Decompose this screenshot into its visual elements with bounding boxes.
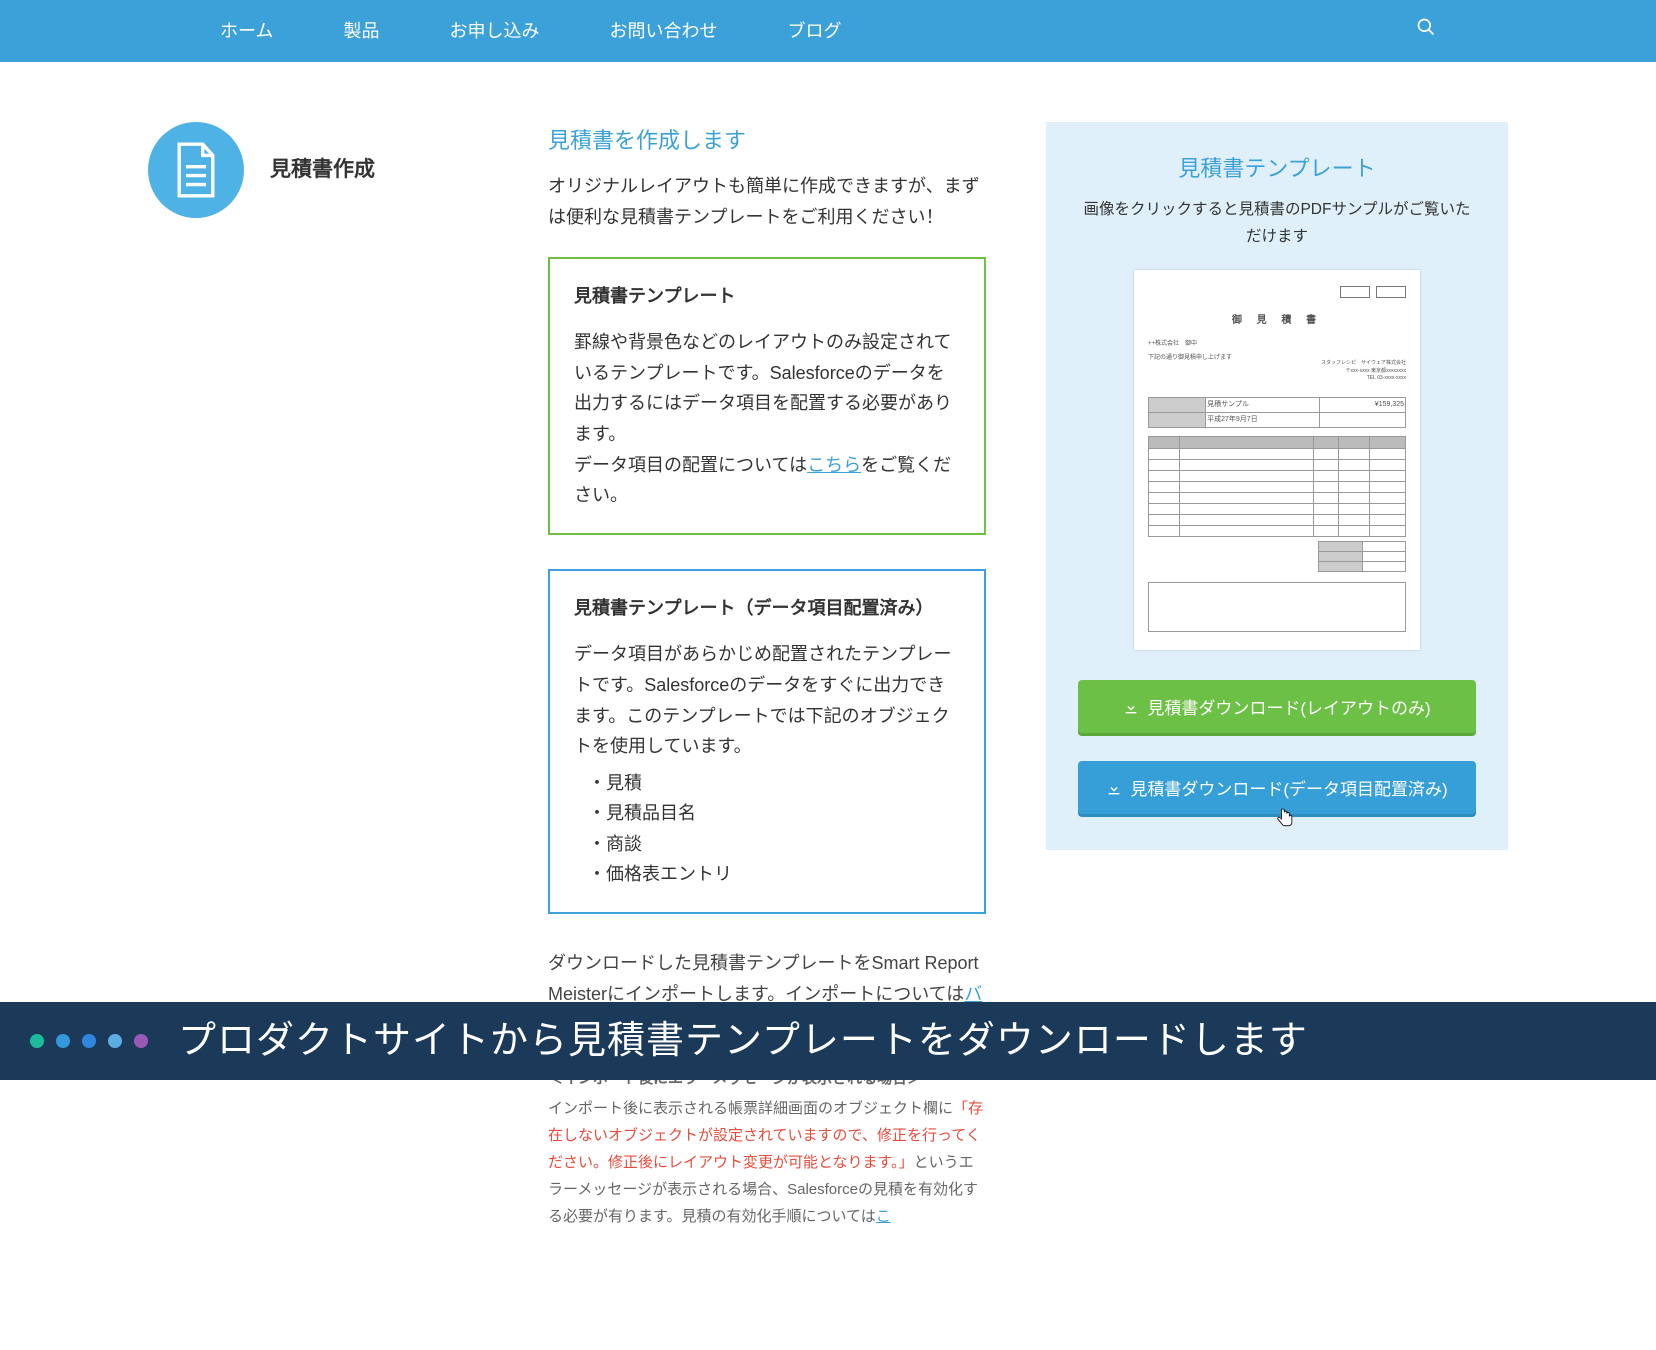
list-item: 価格表エントリ bbox=[588, 859, 960, 890]
dot-icon bbox=[134, 1034, 148, 1048]
main-lead: オリジナルレイアウトも簡単に作成できますが、まずは便利な見積書テンプレートをご利… bbox=[548, 171, 986, 232]
template-card-with-data: 見積書テンプレート（データ項目配置済み） データ項目があらかじめ配置されたテンプ… bbox=[548, 569, 986, 914]
nav-link-contact[interactable]: お問い合わせ bbox=[609, 16, 717, 47]
template-sidebar: 見積書テンプレート 画像をクリックすると見積書のPDFサンプルがご覧いただけます… bbox=[1046, 122, 1508, 850]
button-label: 見積書ダウンロード(レイアウトのみ) bbox=[1147, 699, 1430, 718]
quote-pdf-sample[interactable]: 御 見 積 書 ++株式会社 御中 下記の通り御見積申し上げます スタッフレシピ… bbox=[1134, 270, 1420, 650]
sample-title: 御 見 積 書 bbox=[1148, 312, 1406, 329]
main-heading: 見積書を作成します bbox=[548, 122, 986, 159]
dot-icon bbox=[82, 1034, 96, 1048]
footnote-body: インポート後に表示される帳票詳細画面のオブジェクト欄に「存在しないオブジェクトが… bbox=[548, 1095, 986, 1230]
top-nav: ホーム 製品 お申し込み お問い合わせ ブログ bbox=[0, 0, 1656, 62]
activation-help-link[interactable]: こ bbox=[876, 1208, 891, 1225]
banner-text: プロダクトサイトから見積書テンプレートをダウンロードします bbox=[178, 1009, 1308, 1074]
nav-link-home[interactable]: ホーム bbox=[220, 16, 273, 47]
card-title: 見積書テンプレート bbox=[574, 281, 960, 312]
nav-link-apply[interactable]: お申し込み bbox=[449, 16, 539, 47]
dot-icon bbox=[56, 1034, 70, 1048]
card-body-text: データ項目の配置については bbox=[574, 455, 807, 475]
nav-links: ホーム 製品 お申し込み お問い合わせ ブログ bbox=[220, 16, 841, 47]
sidebar-sub: 画像をクリックすると見積書のPDFサンプルがご覧いただけます bbox=[1078, 197, 1476, 250]
list-item: 商談 bbox=[588, 829, 960, 860]
cursor-hand-icon bbox=[1276, 807, 1296, 831]
banner-dots bbox=[30, 1034, 148, 1048]
text: インポート後に表示される帳票詳細画面のオブジェクト欄に bbox=[548, 1100, 953, 1117]
card-title: 見積書テンプレート（データ項目配置済み） bbox=[574, 593, 960, 624]
dot-icon bbox=[108, 1034, 122, 1048]
text: ダウンロードした見積書テンプレートをSmart Report Meisterにイ… bbox=[548, 953, 979, 1004]
sidebar-heading: 見積書テンプレート bbox=[1078, 150, 1476, 187]
dot-icon bbox=[30, 1034, 44, 1048]
document-icon bbox=[148, 122, 244, 218]
nav-link-blog[interactable]: ブログ bbox=[787, 16, 841, 47]
card-body-text: 罫線や背景色などのレイアウトのみ設定されているテンプレートです。Salesfor… bbox=[574, 332, 952, 444]
data-placement-link[interactable]: こちら bbox=[807, 455, 861, 475]
nav-link-products[interactable]: 製品 bbox=[343, 16, 379, 47]
footer-banner: プロダクトサイトから見積書テンプレートをダウンロードします bbox=[0, 1002, 1656, 1080]
button-label: 見積書ダウンロード(データ項目配置済み) bbox=[1130, 780, 1447, 799]
object-list: 見積 見積品目名 商談 価格表エントリ bbox=[588, 768, 960, 890]
list-item: 見積品目名 bbox=[588, 798, 960, 829]
card-body-text: データ項目があらかじめ配置されたテンプレートです。Salesforceのデータを… bbox=[574, 644, 951, 756]
search-icon[interactable] bbox=[1416, 16, 1436, 47]
template-card-layout-only: 見積書テンプレート 罫線や背景色などのレイアウトのみ設定されているテンプレートで… bbox=[548, 257, 986, 535]
page-title: 見積書作成 bbox=[270, 152, 375, 188]
list-item: 見積 bbox=[588, 768, 960, 799]
download-layout-only-button[interactable]: 見積書ダウンロード(レイアウトのみ) bbox=[1078, 680, 1476, 733]
